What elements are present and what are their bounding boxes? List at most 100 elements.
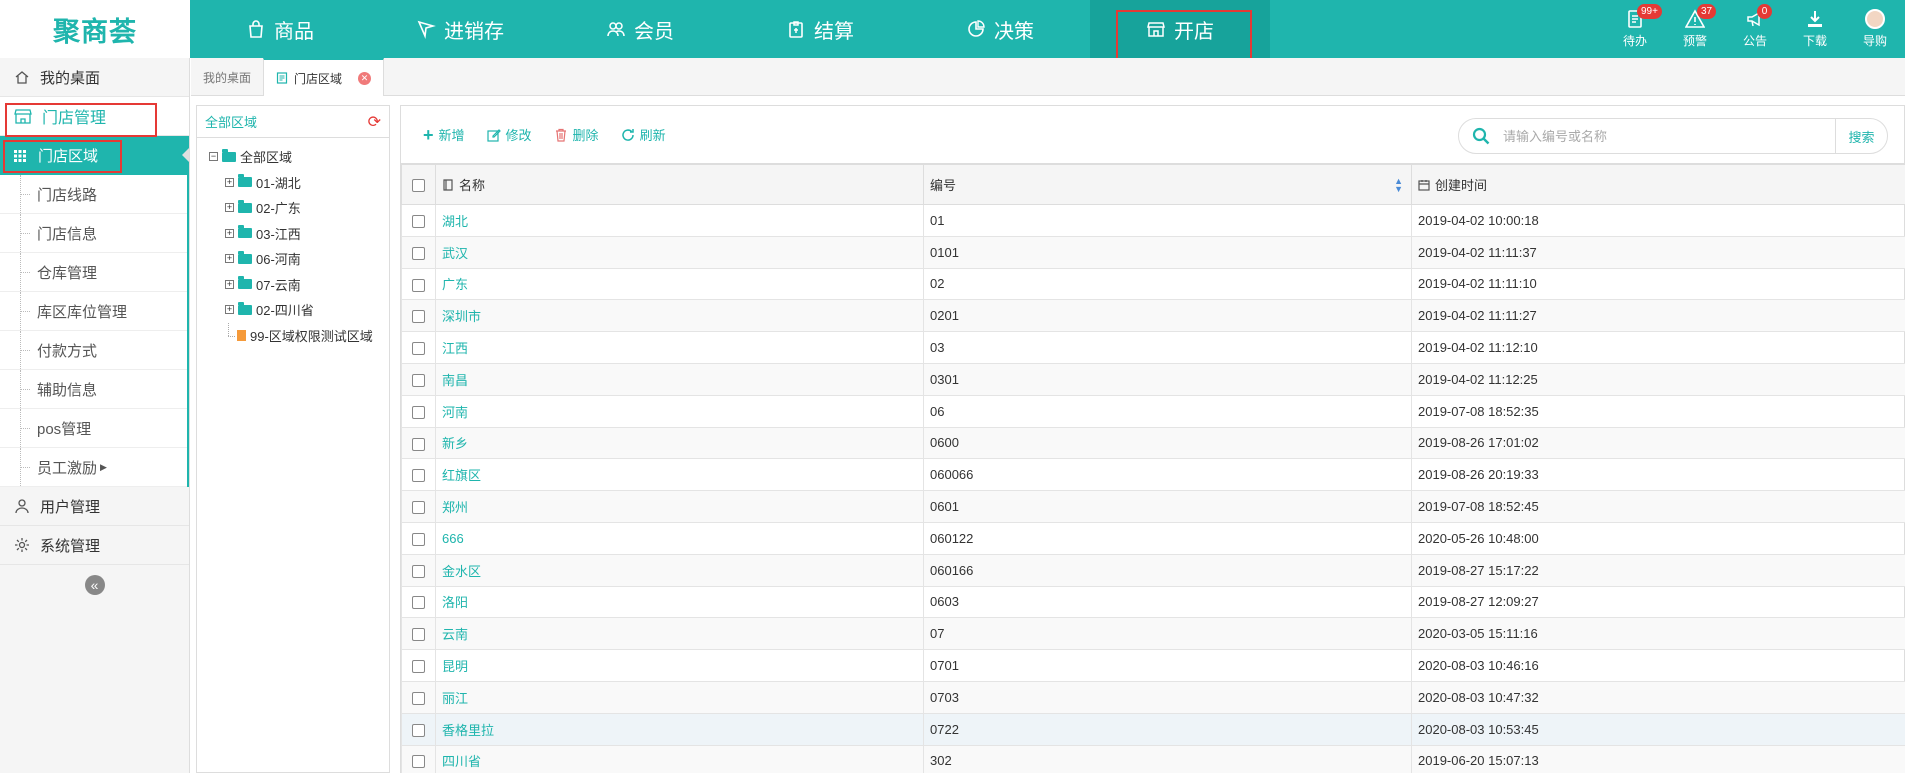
- cell-name[interactable]: 深圳市: [435, 299, 924, 333]
- cell-name[interactable]: 新乡: [435, 426, 924, 460]
- row-checkbox[interactable]: [412, 596, 425, 610]
- column-header-code[interactable]: 编号 ▲ ▼: [923, 164, 1412, 205]
- sidebar-item-storage-location[interactable]: 库区库位管理: [0, 292, 187, 331]
- table-row[interactable]: 昆明 0701 2020-08-03 10:46:16: [401, 649, 1905, 682]
- collapse-sidebar-icon[interactable]: «: [84, 575, 105, 595]
- cell-name[interactable]: 昆明: [435, 649, 924, 682]
- row-checkbox[interactable]: [412, 660, 425, 674]
- sidebar-item-employee-incentive[interactable]: 员工激励 ▶: [0, 448, 187, 487]
- row-checkbox[interactable]: [412, 691, 425, 705]
- cell-name[interactable]: 香格里拉: [435, 712, 924, 746]
- refresh-button[interactable]: 刷新: [621, 125, 666, 144]
- tab-store-region[interactable]: 门店区域 ✕: [263, 58, 385, 96]
- collapse-node-icon[interactable]: −: [209, 152, 218, 162]
- expand-node-icon[interactable]: +: [225, 254, 234, 264]
- expand-node-icon[interactable]: +: [225, 177, 234, 187]
- cell-name[interactable]: 南昌: [435, 362, 924, 396]
- cell-name[interactable]: 红旗区: [435, 458, 924, 492]
- sidebar-item-auxiliary-info[interactable]: 辅助信息: [0, 370, 187, 409]
- sidebar-item-warehouse[interactable]: 仓库管理: [0, 253, 187, 292]
- nav-item-members[interactable]: 会员: [550, 0, 730, 58]
- cell-name[interactable]: 金水区: [435, 553, 924, 587]
- row-checkbox[interactable]: [412, 532, 425, 546]
- table-row[interactable]: 河南 06 2019-07-08 18:52:35: [401, 394, 1905, 428]
- table-row[interactable]: 四川省 302 2019-06-20 15:07:13: [401, 744, 1905, 773]
- sidebar-item-store-region[interactable]: 门店区域: [0, 136, 189, 175]
- row-checkbox[interactable]: [412, 405, 425, 419]
- cell-name[interactable]: 丽江: [435, 680, 924, 714]
- row-checkbox[interactable]: [412, 564, 425, 578]
- nav-item-decision[interactable]: 决策: [910, 0, 1090, 58]
- row-checkbox[interactable]: [412, 278, 425, 292]
- select-all-checkbox[interactable]: [412, 179, 425, 193]
- table-row[interactable]: 金水区 060166 2019-08-27 15:17:22: [401, 553, 1905, 587]
- expand-node-icon[interactable]: +: [225, 279, 234, 289]
- tree-node[interactable]: + 01-湖北: [197, 170, 389, 196]
- column-header-name[interactable]: 名称: [435, 164, 924, 205]
- announcement-button[interactable]: 0 公告: [1725, 0, 1785, 58]
- cell-name[interactable]: 武汉: [435, 235, 924, 269]
- table-row[interactable]: 红旗区 060066 2019-08-26 20:19:33: [401, 458, 1905, 492]
- refresh-icon[interactable]: ⟳: [368, 112, 381, 132]
- cell-name[interactable]: 江西: [435, 331, 924, 364]
- column-header-created[interactable]: 创建时间: [1411, 164, 1905, 205]
- cell-name[interactable]: 四川省: [435, 744, 924, 773]
- row-checkbox[interactable]: [412, 469, 425, 483]
- tree-node[interactable]: + 02-广东: [197, 195, 389, 221]
- row-checkbox[interactable]: [412, 755, 425, 769]
- row-checkbox[interactable]: [412, 214, 425, 228]
- sidebar-item-payment-method[interactable]: 付款方式: [0, 331, 187, 370]
- table-row[interactable]: 南昌 0301 2019-04-02 11:12:25: [401, 362, 1905, 396]
- row-checkbox[interactable]: [412, 246, 425, 260]
- sidebar-item-store-route[interactable]: 门店线路: [0, 175, 187, 214]
- table-row[interactable]: 郑州 0601 2019-07-08 18:52:45: [401, 490, 1905, 523]
- sidebar-item-store-management[interactable]: 门店管理: [0, 97, 189, 136]
- warning-button[interactable]: 37 预警: [1665, 0, 1725, 58]
- tree-node-root[interactable]: − 全部区域: [197, 144, 389, 170]
- table-row[interactable]: 湖北 01 2019-04-02 10:00:18: [401, 204, 1905, 237]
- cell-name[interactable]: 广东: [435, 267, 924, 301]
- row-checkbox[interactable]: [412, 437, 425, 451]
- table-row[interactable]: 666 060122 2020-05-26 10:48:00: [401, 521, 1905, 555]
- tree-node[interactable]: + 02-四川省: [197, 297, 389, 323]
- app-logo[interactable]: 聚商荟: [0, 0, 190, 58]
- row-checkbox[interactable]: [412, 723, 425, 737]
- table-row[interactable]: 江西 03 2019-04-02 11:12:10: [401, 331, 1905, 364]
- table-row[interactable]: 丽江 0703 2020-08-03 10:47:32: [401, 680, 1905, 714]
- todo-button[interactable]: 99+ 待办: [1605, 0, 1665, 58]
- table-row[interactable]: 洛阳 0603 2019-08-27 12:09:27: [401, 585, 1905, 619]
- row-checkbox[interactable]: [412, 501, 425, 515]
- table-row[interactable]: 新乡 0600 2019-08-26 17:01:02: [401, 426, 1905, 460]
- tree-node[interactable]: + 07-云南: [197, 272, 389, 298]
- sidebar-item-user-management[interactable]: 用户管理: [0, 487, 189, 526]
- sidebar-item-system-management[interactable]: 系统管理: [0, 526, 189, 565]
- search-button[interactable]: 搜索: [1835, 119, 1887, 153]
- download-button[interactable]: 下载: [1785, 0, 1845, 58]
- row-checkbox[interactable]: [412, 342, 425, 356]
- table-row[interactable]: 云南 07 2020-03-05 15:11:16: [401, 617, 1905, 651]
- search-input[interactable]: [1503, 119, 1835, 153]
- add-button[interactable]: + 新增: [423, 125, 465, 144]
- table-row[interactable]: 武汉 0101 2019-04-02 11:11:37: [401, 235, 1905, 269]
- nav-item-goods[interactable]: 商品: [190, 0, 370, 58]
- tree-node[interactable]: + 03-江西: [197, 221, 389, 247]
- nav-item-open-store[interactable]: 开店: [1090, 0, 1270, 58]
- user-menu[interactable]: 导购: [1845, 0, 1905, 58]
- close-icon[interactable]: ✕: [358, 71, 372, 85]
- sidebar-item-desktop[interactable]: 我的桌面: [0, 58, 189, 97]
- cell-name[interactable]: 河南: [435, 394, 924, 428]
- expand-node-icon[interactable]: +: [225, 203, 234, 213]
- table-row[interactable]: 广东 02 2019-04-02 11:11:10: [401, 267, 1905, 301]
- cell-name[interactable]: 洛阳: [435, 585, 924, 619]
- tree-node-leaf[interactable]: 99-区域权限测试区域: [197, 322, 389, 349]
- cell-name[interactable]: 666: [435, 521, 924, 555]
- nav-item-settlement[interactable]: 结算: [730, 0, 910, 58]
- cell-name[interactable]: 云南: [435, 617, 924, 651]
- cell-name[interactable]: 郑州: [435, 490, 924, 523]
- row-checkbox[interactable]: [412, 628, 425, 642]
- nav-item-inventory[interactable]: 进销存: [370, 0, 550, 58]
- sidebar-item-store-info[interactable]: 门店信息: [0, 214, 187, 253]
- row-checkbox[interactable]: [412, 373, 425, 387]
- delete-button[interactable]: 删除: [554, 125, 599, 144]
- expand-node-icon[interactable]: +: [225, 228, 234, 238]
